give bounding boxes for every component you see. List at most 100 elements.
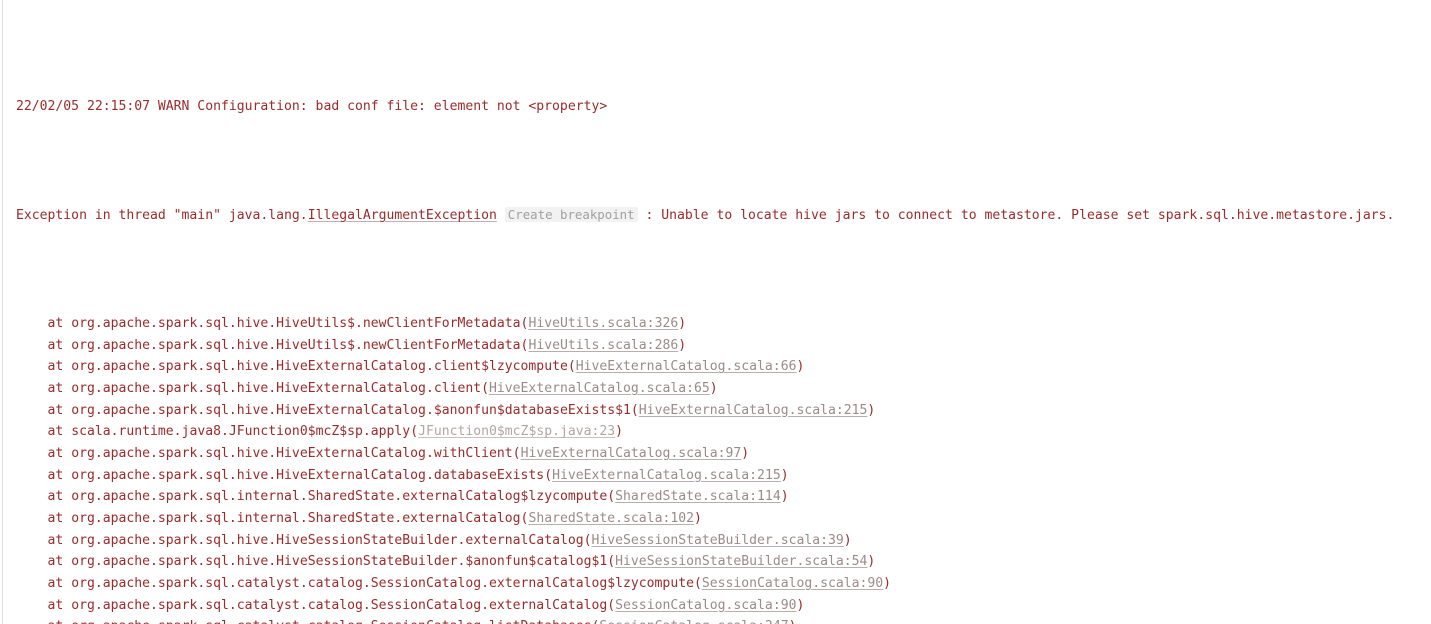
stack-frame-paren-close: ) [883,576,892,592]
stack-frame-method: org.apache.spark.sql.hive.HiveExternalCa… [71,380,482,396]
stack-frame-method: org.apache.spark.sql.hive.HiveUtils$.new… [71,337,521,353]
stack-frame-at-keyword: at [47,424,72,440]
stack-frame-paren-open: ( [512,445,521,461]
exception-message: Unable to locate hive jars to connect to… [661,208,1395,224]
stack-frame-row: at org.apache.spark.sql.internal.SharedS… [16,486,1431,508]
stack-frame-paren-close: ) [693,511,702,526]
stack-frame-at-keyword: at [47,554,72,570]
stack-frame-source-link[interactable]: SessionCatalog.scala:90 [615,598,796,613]
stack-frame-at-keyword: at [47,315,72,331]
stack-frame-method: org.apache.spark.sql.hive.HiveSessionSta… [71,554,608,570]
stack-frame-row: at org.apache.spark.sql.hive.HiveSession… [16,530,1431,552]
stack-frame-at-keyword: at [47,489,72,505]
stack-frame-source-link[interactable]: SharedState.scala:114 [615,489,781,504]
stack-frame-paren-open: ( [607,554,616,570]
stack-frame-indent [16,511,48,526]
stack-frame-indent [16,381,48,396]
stack-frame-row: at org.apache.spark.sql.hive.HiveSession… [16,551,1431,573]
stack-frame-method: org.apache.spark.sql.catalyst.catalog.Se… [71,576,694,592]
stack-frame-method: scala.runtime.java8.JFunction0$mcZ$sp.ap… [71,424,411,440]
stack-frame-at-keyword: at [47,532,72,548]
stack-frame-row: at org.apache.spark.sql.catalyst.catalog… [16,573,1431,595]
stack-frame-method: org.apache.spark.sql.hive.HiveExternalCa… [71,402,631,418]
stack-frame-paren-close: ) [843,532,852,548]
stack-frame-source-link[interactable]: HiveExternalCatalog.scala:66 [576,359,797,374]
stack-frame-paren-close: ) [780,467,789,483]
stack-frame-indent [16,554,48,569]
stack-frame-paren-open: ( [607,489,616,505]
create-breakpoint-hint[interactable]: Create breakpoint [504,207,638,223]
stack-frame-method: org.apache.spark.sql.hive.HiveUtils$.new… [71,315,521,331]
stack-frame-paren-close: ) [789,619,797,624]
stack-frame-source-link[interactable]: HiveSessionStateBuilder.scala:39 [592,533,844,548]
stack-frame-indent [16,533,48,548]
stack-frame-row: at org.apache.spark.sql.internal.SharedS… [16,508,1431,530]
stack-frame-method: org.apache.spark.sql.hive.HiveSessionSta… [71,532,584,548]
stack-frame-indent [16,598,48,613]
stack-frame-at-keyword: at [47,467,72,483]
stack-frame-indent [16,403,48,418]
stack-frame-row: at org.apache.spark.sql.hive.HiveExterna… [16,465,1431,487]
stack-frame-row: at org.apache.spark.sql.hive.HiveExterna… [16,378,1431,400]
exception-class-link[interactable]: IllegalArgumentException [308,208,497,223]
stack-frame-paren-close: ) [867,554,876,570]
warning-text: 22/02/05 22:15:07 WARN Configuration: ba… [16,98,608,114]
console-warning-line: 22/02/05 22:15:07 WARN Configuration: ba… [16,96,1431,118]
stack-frame-row: at org.apache.spark.sql.hive.HiveUtils$.… [16,313,1431,335]
stack-frame-paren-open: ( [630,402,639,418]
stack-frame-indent [16,468,48,483]
stack-frame-paren-close: ) [678,337,687,353]
stack-frame-row: at org.apache.spark.sql.hive.HiveExterna… [16,443,1431,465]
console-panel[interactable]: 22/02/05 22:15:07 WARN Configuration: ba… [0,0,1431,624]
console-gutter [0,0,3,624]
stack-frame-list: at org.apache.spark.sql.hive.HiveUtils$.… [16,313,1431,624]
stack-frame-method: org.apache.spark.sql.hive.HiveExternalCa… [71,445,513,461]
exception-separator: : [637,208,662,224]
stack-frame-at-keyword: at [47,597,72,613]
stack-frame-paren-close: ) [709,380,718,396]
stack-frame-source-link[interactable]: HiveUtils.scala:326 [528,316,678,331]
stack-frame-paren-open: ( [481,380,490,396]
stack-frame-indent [16,576,48,591]
stack-frame-paren-close: ) [615,424,624,440]
stack-frame-source-link[interactable]: HiveExternalCatalog.scala:215 [552,468,781,483]
stack-frame-at-keyword: at [47,359,72,375]
stack-frame-indent [16,446,48,461]
stack-frame-paren-open: ( [583,532,592,548]
stack-frame-paren-close: ) [796,597,805,613]
stack-frame-at-keyword: at [47,445,72,461]
stack-frame-paren-close: ) [780,489,789,505]
stack-frame-source-link[interactable]: HiveExternalCatalog.scala:97 [521,446,742,461]
stack-frame-indent [16,316,48,331]
stack-frame-source-link[interactable]: HiveSessionStateBuilder.scala:54 [615,554,867,569]
stack-frame-paren-close: ) [741,445,750,461]
exception-prefix: Exception in thread "main" java.lang. [16,208,308,224]
stack-frame-at-keyword: at [48,619,72,624]
stack-frame-row: at scala.runtime.java8.JFunction0$mcZ$sp… [16,421,1431,443]
stack-frame-at-keyword: at [47,337,72,353]
stack-frame-paren-open: ( [567,359,576,375]
stack-frame-source-link[interactable]: JFunction0$mcZ$sp.java:23 [418,424,615,439]
stack-frame-source-link[interactable]: SessionCatalog.scala:247 [599,619,788,624]
stack-frame-method: org.apache.spark.sql.internal.SharedStat… [71,511,521,526]
stack-frame-at-keyword: at [47,380,72,396]
stack-frame-indent [16,338,48,353]
stack-frame-source-link[interactable]: HiveExternalCatalog.scala:215 [639,403,868,418]
stack-frame-source-link[interactable]: SessionCatalog.scala:90 [702,576,883,591]
stack-frame-indent [16,619,48,624]
stack-frame-source-link[interactable]: SharedState.scala:102 [528,511,694,526]
stack-frame-indent [16,359,48,374]
stack-frame-paren-close: ) [796,359,805,375]
stack-frame-paren-open: ( [607,597,616,613]
stack-frame-source-link[interactable]: HiveExternalCatalog.scala:65 [489,381,710,396]
console-output-text[interactable]: 22/02/05 22:15:07 WARN Configuration: ba… [4,0,1431,624]
stack-frame-source-link[interactable]: HiveUtils.scala:286 [528,338,678,353]
console-exception-line: Exception in thread "main" java.lang.Ill… [16,204,1431,226]
stack-frame-indent [16,489,48,504]
stack-frame-method: org.apache.spark.sql.internal.SharedStat… [71,489,608,505]
stack-frame-at-keyword: at [47,576,72,592]
stack-frame-row: at org.apache.spark.sql.hive.HiveUtils$.… [16,335,1431,357]
stack-frame-row: at org.apache.spark.sql.catalyst.catalog… [16,595,1431,617]
stack-frame-at-keyword: at [47,402,72,418]
